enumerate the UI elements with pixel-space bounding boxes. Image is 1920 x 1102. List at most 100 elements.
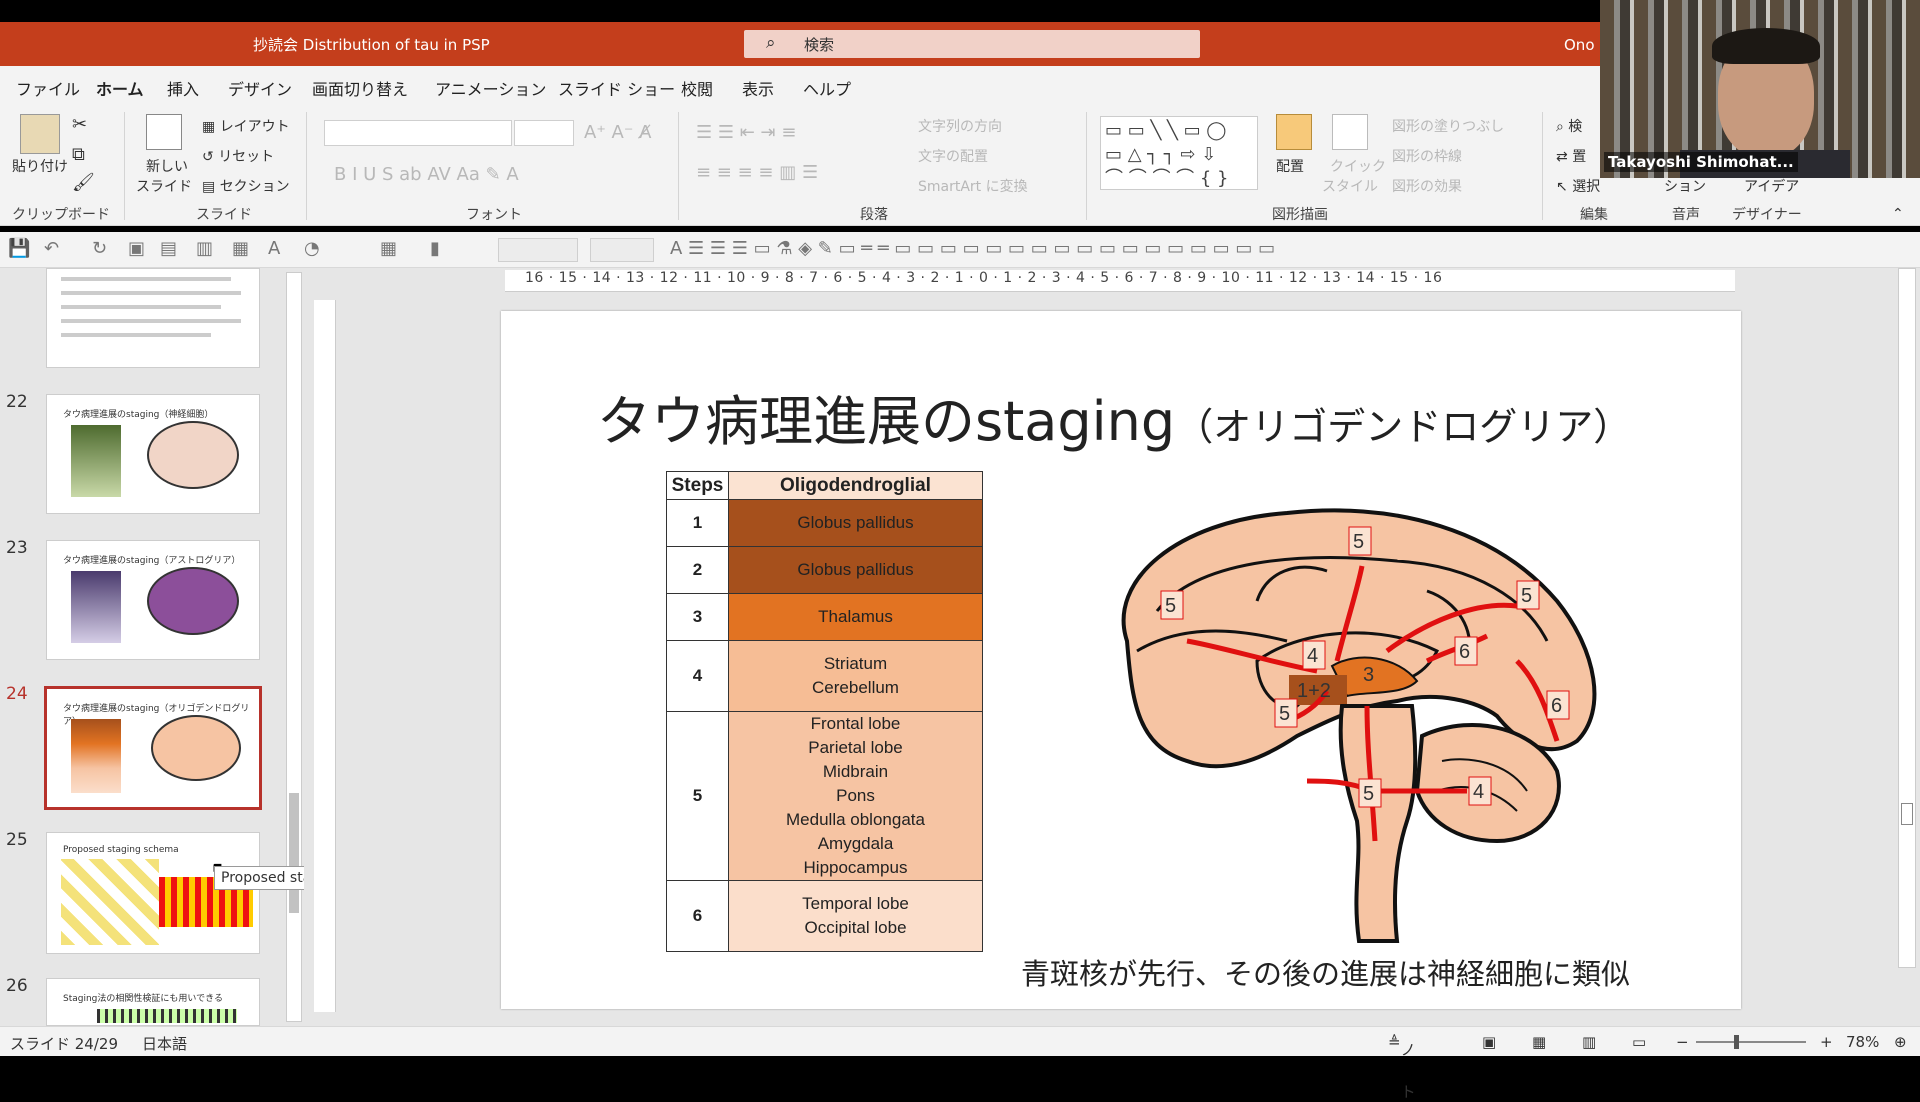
slide-thumbnail-selected[interactable]: タウ病理進展のstaging（オリゴデンドログリア）	[44, 686, 262, 810]
list-icons[interactable]: ☰ ☰ ⇤ ⇥ ≡	[696, 122, 796, 143]
qat-size-select[interactable]	[590, 238, 654, 262]
screen-bottom-band	[0, 1056, 1920, 1080]
paste-button[interactable]: 貼り付け	[12, 156, 68, 176]
qat-tools-icons[interactable]: A ☰ ☰ ☰ ▭ ⚗ ◈ ✎ ▭ ═ ═ ▭ ▭ ▭ ▭ ▭ ▭ ▭ ▭ ▭ …	[670, 238, 1275, 259]
new-slide-button[interactable]: 新しい	[146, 156, 188, 176]
font-size-select[interactable]	[514, 120, 574, 146]
document-title[interactable]: 抄読会 Distribution of tau in PSP	[253, 34, 490, 55]
table-icon[interactable]: ▦	[380, 238, 397, 259]
design-ideas-button[interactable]: アイデア	[1744, 176, 1799, 196]
layout-button[interactable]: ▦ レイアウト	[202, 116, 290, 136]
shape-fill-button[interactable]: 図形の塗りつぶし	[1392, 116, 1504, 136]
slide-number: 24	[6, 684, 28, 704]
arrange-button[interactable]: 配置	[1276, 156, 1304, 176]
notes-button[interactable]: ≜ ノート	[1388, 1033, 1416, 1101]
tab-file[interactable]: ファイル	[16, 76, 80, 100]
staging-table[interactable]: Steps Oligodendroglial 1 Globus pallidus…	[666, 471, 983, 952]
font-grow-icon[interactable]: A⁺ A⁻ A̸	[584, 122, 651, 143]
quick-styles-button[interactable]: クイック	[1330, 156, 1386, 176]
tab-home[interactable]: ホーム	[96, 76, 144, 107]
undo-icon[interactable]: ↶	[44, 238, 59, 259]
tab-view[interactable]: 表示	[742, 76, 774, 100]
section-button[interactable]: ▤ セクション	[202, 176, 290, 196]
brain-label: 5	[1521, 585, 1532, 607]
quick-styles-button-line2[interactable]: スタイル	[1322, 176, 1378, 196]
reading-view-button[interactable]: ▥	[1582, 1033, 1596, 1051]
group-label-font: フォント	[466, 207, 522, 223]
user-name[interactable]: Ono	[1564, 36, 1595, 54]
slide-caption[interactable]: 青斑核が先行、その後の進展は神経細胞に類似	[1021, 951, 1630, 993]
outline-view-icon[interactable]: ▥	[196, 238, 213, 259]
tab-design[interactable]: デザイン	[228, 76, 292, 100]
new-slide-button-line2[interactable]: スライド	[136, 176, 192, 196]
zoom-out-button[interactable]: −	[1676, 1033, 1689, 1051]
dictate-button[interactable]: ション	[1664, 176, 1706, 196]
slide-thumbnail[interactable]: タウ病理進展のstaging（アストログリア）	[46, 540, 260, 660]
participant-name: Takayoshi Shimohat...	[1604, 152, 1798, 172]
step-number: 4	[666, 640, 729, 712]
collapse-ribbon-icon[interactable]: ⌃	[1892, 206, 1904, 222]
slide-canvas[interactable]: タウ病理進展のstaging（オリゴデンドログリア） Steps Oligode…	[501, 311, 1741, 1009]
shape-icon[interactable]: ◔	[304, 238, 320, 259]
presentation-icon[interactable]: ▣	[128, 238, 145, 259]
paste-icon[interactable]	[20, 114, 60, 154]
find-button[interactable]: ⌕ 検	[1556, 116, 1582, 136]
table-row: 1 Globus pallidus	[666, 499, 983, 547]
copy-icon[interactable]: ⧉	[72, 144, 85, 165]
language-indicator[interactable]: 日本語	[142, 1033, 187, 1054]
group-label-designer: デザイナー	[1732, 207, 1802, 223]
search-box[interactable]: ⌕ 検索	[744, 30, 1200, 58]
replace-button[interactable]: ⇄ 置	[1556, 146, 1586, 166]
shape-outline-button[interactable]: 図形の枠線	[1392, 146, 1462, 166]
grid-icon[interactable]: ▦	[232, 238, 249, 259]
textbox-icon[interactable]: A	[268, 238, 280, 259]
chart-icon[interactable]: ▮	[430, 238, 440, 259]
zoom-slider-thumb[interactable]	[1734, 1035, 1739, 1049]
shapes-gallery[interactable]: ▭ ▭ ╲ ╲ ▭ ◯ ▭ △ ┐ ┐ ⇨ ⇩ ⌒ ⌒ ⌒ ⌒ { }	[1100, 116, 1258, 190]
tab-review[interactable]: 校閲	[681, 76, 713, 100]
reset-button[interactable]: ↺ リセット	[202, 146, 274, 166]
zoom-level[interactable]: 78%	[1846, 1033, 1879, 1051]
brain-diagram[interactable]: 5 5 5 4 3 1+2 5 6 6 4 5	[1097, 491, 1617, 951]
tab-animations[interactable]: アニメーション	[435, 76, 546, 100]
cut-icon[interactable]: ✂	[72, 114, 87, 135]
align-icons[interactable]: ≡ ≡ ≡ ≡ ▥ ☰	[696, 162, 818, 183]
align-text-button[interactable]: 文字の配置	[918, 146, 988, 166]
normal-view-button[interactable]: ▣	[1482, 1033, 1496, 1051]
tab-slideshow[interactable]: スライド ショー	[558, 76, 675, 100]
slide-thumbnail[interactable]: Staging法の相関性検証にも用いできる	[46, 978, 260, 1026]
quick-styles-icon[interactable]	[1332, 114, 1368, 150]
brain-label: 5	[1279, 703, 1290, 725]
slide-thumbnail[interactable]: Proposed staging schema	[46, 832, 260, 954]
arrange-icon[interactable]	[1276, 114, 1312, 150]
tab-insert[interactable]: 挿入	[167, 76, 199, 100]
webcam-overlay: Takayoshi Shimohat...	[1600, 0, 1920, 178]
save-icon[interactable]: 💾	[8, 238, 30, 259]
slideshow-button[interactable]: ▭	[1632, 1033, 1646, 1051]
slide-thumbnail[interactable]: タウ病理進展のstaging（神経細胞）	[46, 394, 260, 514]
slide-thumbnail[interactable]	[46, 268, 260, 368]
font-format-icons[interactable]: B I U S ab AV Aa ✎ A	[334, 164, 519, 185]
qat-font-select[interactable]	[498, 238, 578, 262]
slide-title[interactable]: タウ病理進展のstaging（オリゴデンドログリア）	[597, 377, 1631, 456]
table-row: 2 Globus pallidus	[666, 546, 983, 594]
table-header-oligodendroglial: Oligodendroglial	[728, 471, 983, 500]
zoom-slider[interactable]	[1696, 1041, 1806, 1043]
smartart-button[interactable]: SmartArt に変換	[918, 176, 1028, 196]
fit-slide-icon[interactable]: ⊕	[1894, 1033, 1907, 1051]
font-name-select[interactable]	[324, 120, 512, 146]
tab-transitions[interactable]: 画面切り替え	[312, 76, 408, 100]
format-painter-icon[interactable]: 🖌	[72, 172, 95, 193]
slide-sorter-button[interactable]: ▦	[1532, 1033, 1546, 1051]
slide-thumbnails-pane: 22 タウ病理進展のstaging（神経細胞） 23 タウ病理進展のstagin…	[0, 268, 304, 1026]
shape-effects-button[interactable]: 図形の効果	[1392, 176, 1462, 196]
select-button[interactable]: ↖ 選択	[1556, 176, 1600, 196]
new-slide-icon[interactable]	[146, 114, 182, 150]
thumbnail-scrollbar[interactable]	[286, 272, 302, 1022]
tab-help[interactable]: ヘルプ	[803, 76, 851, 100]
text-direction-button[interactable]: 文字列の方向	[918, 116, 1002, 136]
normal-view-icon[interactable]: ▤	[160, 238, 177, 259]
vertical-scrollbar[interactable]	[1898, 268, 1916, 968]
zoom-in-button[interactable]: +	[1820, 1033, 1833, 1051]
redo-icon[interactable]: ↻	[92, 238, 107, 259]
